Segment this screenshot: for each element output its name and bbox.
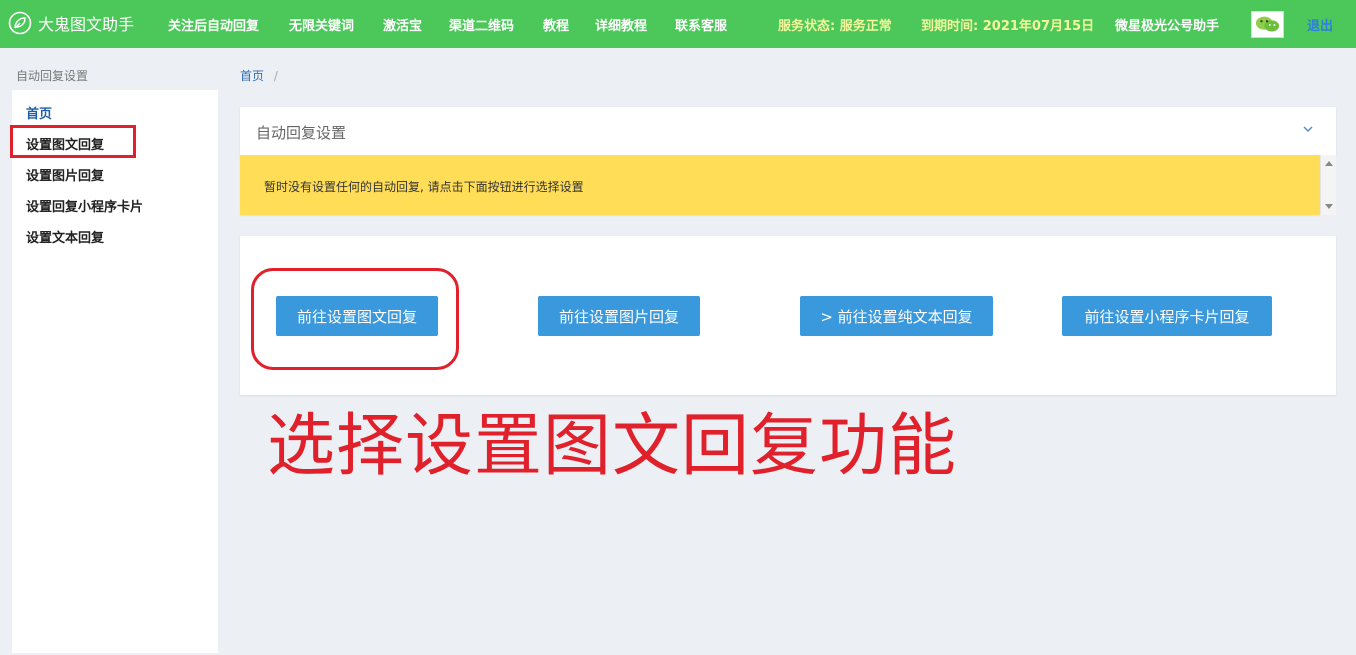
logout-link[interactable]: 退出	[1307, 15, 1333, 34]
alert-text: 暂时没有设置任何的自动回复, 请点击下面按钮进行选择设置	[264, 180, 584, 194]
avatar[interactable]	[1251, 11, 1284, 38]
service-status: 服务状态: 服务正常	[778, 19, 892, 34]
sidebar-item-text-reply[interactable]: 设置文本回复	[26, 227, 104, 246]
nav-activation[interactable]: 激活宝	[383, 15, 422, 34]
highlight-box-button	[251, 268, 459, 370]
settings-panel-header[interactable]: 自动回复设置	[240, 107, 1336, 155]
highlight-box-sidebar	[10, 125, 136, 158]
app-logo[interactable]: 大鬼图文助手	[8, 11, 134, 35]
wechat-avatar-icon	[1255, 16, 1280, 32]
top-bar: 大鬼图文助手 关注后自动回复 无限关键词 激活宝 渠道二维码 教程 详细教程 联…	[0, 0, 1356, 48]
nav-channel-qrcode[interactable]: 渠道二维码	[449, 15, 514, 34]
leaf-logo-icon	[8, 11, 32, 35]
nav-unlimited-keywords[interactable]: 无限关键词	[289, 15, 354, 34]
breadcrumb-home[interactable]: 首页	[240, 69, 264, 83]
breadcrumb-separator: /	[273, 69, 278, 83]
account-name: 微星极光公号助手	[1115, 19, 1220, 34]
sidebar-item-image-reply[interactable]: 设置图片回复	[26, 165, 104, 184]
empty-alert: 暂时没有设置任何的自动回复, 请点击下面按钮进行选择设置	[240, 155, 1320, 215]
breadcrumb: 首页 /	[240, 67, 278, 84]
goto-image-reply-button[interactable]: 前往设置图片回复	[538, 296, 700, 336]
annotation-text: 选择设置图文回复功能	[267, 407, 958, 486]
goto-plain-text-reply-button[interactable]: > 前往设置纯文本回复	[800, 296, 993, 336]
nav-customer-service[interactable]: 联系客服	[675, 15, 727, 34]
goto-mini-program-reply-button[interactable]: 前往设置小程序卡片回复	[1062, 296, 1272, 336]
sidebar-item-mini-program-reply[interactable]: 设置回复小程序卡片	[26, 196, 143, 215]
expiry-date: 到期时间: 2021年07月15日	[921, 19, 1095, 34]
sidebar-title: 自动回复设置	[16, 69, 89, 83]
alert-scrollbar[interactable]	[1320, 155, 1336, 215]
nav-detailed-tutorial[interactable]: 详细教程	[595, 15, 647, 34]
nav-tutorial[interactable]: 教程	[543, 15, 569, 34]
scroll-up-arrow-icon[interactable]	[1325, 161, 1333, 166]
nav-follow-auto-reply[interactable]: 关注后自动回复	[168, 15, 259, 34]
sidebar-item-home[interactable]: 首页	[26, 103, 52, 122]
app-title: 大鬼图文助手	[38, 15, 135, 34]
scroll-down-arrow-icon[interactable]	[1325, 204, 1333, 209]
panel-title: 自动回复设置	[256, 124, 347, 142]
chevron-down-icon[interactable]	[1300, 121, 1316, 137]
